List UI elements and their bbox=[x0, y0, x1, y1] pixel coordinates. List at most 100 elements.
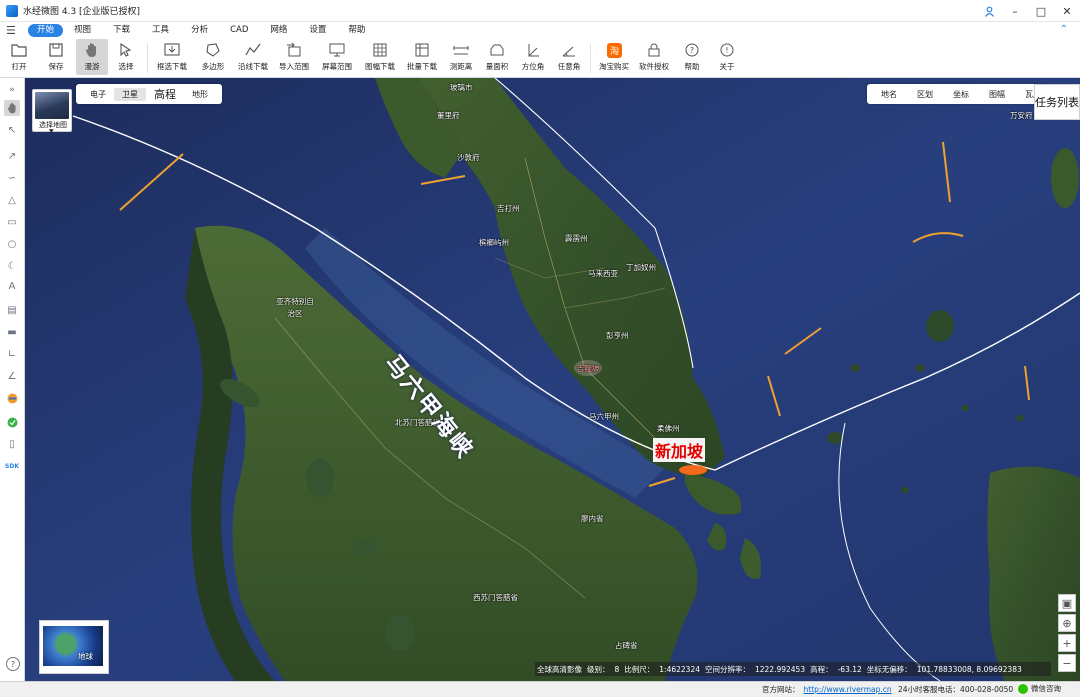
open-button[interactable]: 打开 bbox=[2, 39, 36, 75]
place-label: 马六甲州 bbox=[589, 412, 619, 421]
expand-panel-icon[interactable]: » bbox=[4, 82, 20, 98]
place-label: 董里府 bbox=[437, 111, 460, 120]
hotline: 24小时客服电话：400-028-0050 bbox=[898, 684, 1013, 695]
tool-coordinates[interactable]: 坐标 bbox=[943, 89, 979, 100]
line-tool-icon[interactable]: ∽ bbox=[4, 170, 20, 186]
select-button[interactable]: 选择 bbox=[108, 39, 144, 75]
select-tool-icon[interactable]: ↖ bbox=[4, 122, 20, 138]
place-label: 吉打州 bbox=[497, 204, 520, 213]
place-label: 霹雳州 bbox=[565, 234, 588, 243]
place-label: 丁加奴州 bbox=[626, 263, 656, 272]
map-view[interactable]: 玻璃市 董里府 沙敦府 吉打州 槟榔屿州 霹雳州 丁加奴州 马来西亚 彭亨州 吉… bbox=[25, 78, 1080, 681]
text-tool-icon[interactable]: A bbox=[4, 278, 20, 294]
close-icon[interactable]: ✕ bbox=[1054, 0, 1080, 22]
menu-view[interactable]: 视图 bbox=[63, 24, 102, 37]
place-label: 廖内省 bbox=[581, 514, 604, 523]
grid-icon bbox=[372, 42, 388, 58]
angle-tool-icon[interactable]: ∠ bbox=[4, 368, 20, 384]
place-label: 西苏门答腊省 bbox=[473, 593, 518, 602]
tool-place-names[interactable]: 地名 bbox=[871, 89, 907, 100]
area-icon bbox=[489, 42, 505, 58]
wechat-consult[interactable]: 微信咨询 bbox=[1018, 683, 1061, 694]
hamburger-menu-icon[interactable]: ☰ bbox=[6, 24, 22, 37]
globe-overview[interactable]: 地球 bbox=[39, 620, 109, 674]
fullscreen-icon[interactable]: ▣ bbox=[1058, 594, 1076, 612]
polygon-icon bbox=[205, 42, 221, 58]
zoom-out-icon[interactable]: − bbox=[1058, 654, 1076, 672]
sheet-download-button[interactable]: 图幅下载 bbox=[359, 39, 401, 75]
menu-settings[interactable]: 设置 bbox=[298, 24, 337, 37]
azimuth-icon bbox=[525, 42, 541, 58]
device-tool-icon[interactable]: ▯ bbox=[4, 436, 20, 452]
polygon-tool-icon[interactable]: △ bbox=[4, 192, 20, 208]
maximize-icon[interactable]: □ bbox=[1028, 0, 1054, 22]
circle-tool-icon[interactable]: ○ bbox=[4, 236, 20, 252]
satellite-imagery bbox=[25, 78, 1080, 681]
menu-cad[interactable]: CAD bbox=[219, 24, 259, 37]
measure-distance-button[interactable]: 测距离 bbox=[443, 39, 479, 75]
user-icon[interactable] bbox=[976, 0, 1002, 22]
tool-regions[interactable]: 区划 bbox=[907, 89, 943, 100]
pan-tool-icon[interactable] bbox=[4, 100, 20, 116]
task-list-button[interactable]: 任务列表 bbox=[1034, 84, 1080, 120]
place-label: 亚齐特别自治区 bbox=[276, 297, 314, 318]
rect-download-icon bbox=[164, 42, 180, 58]
place-label: 槟榔屿州 bbox=[479, 238, 509, 247]
area-tool-icon[interactable]: ▬ bbox=[4, 324, 20, 340]
screen-range-button[interactable]: 屏幕范围 bbox=[315, 39, 359, 75]
check-tool-icon[interactable] bbox=[4, 414, 20, 430]
map-type-electronic[interactable]: 电子 bbox=[82, 88, 114, 101]
zoom-in-icon[interactable]: + bbox=[1058, 634, 1076, 652]
import-icon bbox=[286, 42, 302, 58]
menu-download[interactable]: 下载 bbox=[102, 24, 141, 37]
map-type-satellite[interactable]: 卫星 bbox=[114, 87, 146, 101]
map-tools-bar: 地名 区划 坐标 图幅 瓦片 bbox=[867, 84, 1055, 104]
help-button[interactable]: ? 帮助 bbox=[674, 39, 710, 75]
menu-network[interactable]: 网络 bbox=[259, 24, 298, 37]
layer-selector[interactable]: 选择地图 ▼ bbox=[32, 89, 72, 135]
minimize-icon[interactable]: – bbox=[1002, 0, 1028, 22]
resolution-value: 1222.992453 bbox=[754, 664, 806, 674]
scale-label: 比例尺： bbox=[624, 664, 655, 674]
measure-tool-icon[interactable]: ▤ bbox=[4, 302, 20, 318]
taobao-button[interactable]: 淘 淘宝购买 bbox=[594, 39, 634, 75]
rect-download-button[interactable]: 框选下载 bbox=[151, 39, 193, 75]
place-label: 吉隆坡 bbox=[577, 364, 600, 373]
rectangle-tool-icon[interactable]: ▭ bbox=[4, 214, 20, 230]
arc-tool-icon[interactable]: ☾ bbox=[4, 258, 20, 274]
left-tool-strip: » ↖ ↗ ∽ △ ▭ ○ ☾ A ▤ ▬ ∟ ∠ ▯ SDK bbox=[0, 78, 25, 682]
menu-analysis[interactable]: 分析 bbox=[180, 24, 219, 37]
sdk-icon[interactable]: SDK bbox=[4, 458, 20, 474]
menu-tools[interactable]: 工具 bbox=[141, 24, 180, 37]
scale-value: 1:4622324 bbox=[659, 664, 700, 674]
line-download-button[interactable]: 沿线下载 bbox=[233, 39, 273, 75]
site-link[interactable]: http://www.rivermap.cn bbox=[804, 685, 892, 694]
marker-tool-icon[interactable]: ↗ bbox=[4, 148, 20, 164]
azimuth-button[interactable]: 方位角 bbox=[515, 39, 551, 75]
map-type-terrain[interactable]: 地形 bbox=[184, 88, 216, 101]
status-bar: 官方网站： http://www.rivermap.cn 24小时客服电话：400… bbox=[0, 681, 1080, 697]
locate-icon[interactable]: ⊕ bbox=[1058, 614, 1076, 632]
help-circle-icon[interactable]: ? bbox=[6, 657, 20, 671]
azimuth-tool-icon[interactable]: ∟ bbox=[4, 346, 20, 362]
layer-tool-icon[interactable] bbox=[4, 390, 20, 406]
any-angle-button[interactable]: 任意角 bbox=[551, 39, 587, 75]
import-range-button[interactable]: 导入范围 bbox=[273, 39, 315, 75]
batch-download-button[interactable]: 批量下载 bbox=[401, 39, 443, 75]
menu-help[interactable]: 帮助 bbox=[337, 24, 376, 37]
polygon-button[interactable]: 多边形 bbox=[193, 39, 233, 75]
collapse-ribbon-icon[interactable]: ⌃ bbox=[1060, 24, 1068, 35]
menu-start[interactable]: 开始 bbox=[28, 24, 64, 37]
tool-sheets[interactable]: 图幅 bbox=[979, 89, 1015, 100]
wechat-icon bbox=[1018, 683, 1028, 694]
license-button[interactable]: 软件授权 bbox=[634, 39, 674, 75]
map-type-elevation[interactable]: 高程 bbox=[146, 85, 184, 103]
map-nav-controls: ▣ ⊕ + − bbox=[1058, 594, 1076, 672]
svg-text:淘: 淘 bbox=[609, 45, 618, 57]
about-button[interactable]: ! 关于 bbox=[710, 39, 744, 75]
measure-area-button[interactable]: 量面积 bbox=[479, 39, 515, 75]
map-type-switcher: 电子 卫星 高程 地形 bbox=[76, 84, 222, 104]
save-button[interactable]: 保存 bbox=[36, 39, 76, 75]
hand-icon bbox=[84, 42, 100, 58]
pan-button[interactable]: 漫游 bbox=[76, 39, 108, 75]
